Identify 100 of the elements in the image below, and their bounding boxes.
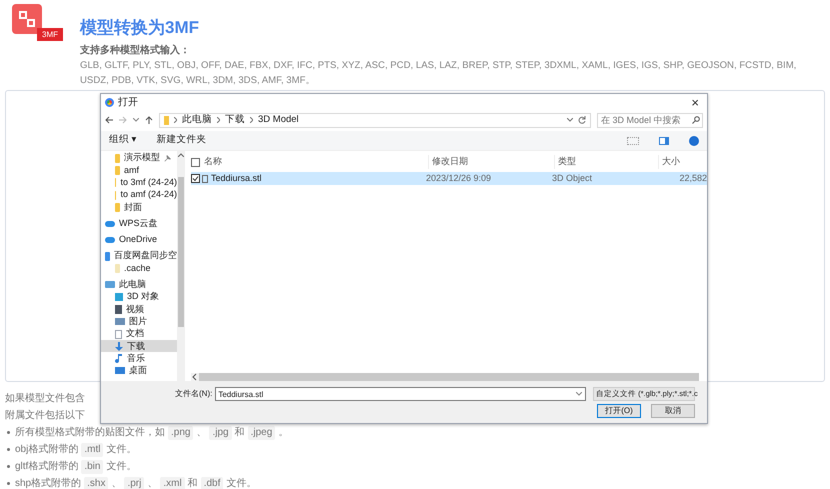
dialog-title: 打开	[118, 96, 139, 110]
back-arrow-icon[interactable]	[105, 116, 113, 124]
up-arrow-icon[interactable]	[145, 116, 153, 124]
select-all-checkbox[interactable]	[191, 158, 200, 166]
sidebar-item[interactable]: to amf (24-24)	[101, 188, 177, 202]
sidebar-item[interactable]: 下载	[101, 340, 177, 352]
file-extension: .prj	[124, 476, 144, 489]
sidebar-item[interactable]: to 3mf (24-24)	[101, 176, 177, 189]
file-name: Teddiursa.stl	[211, 172, 263, 185]
sidebar-item[interactable]: 视频	[101, 303, 177, 316]
folder-icon	[115, 264, 120, 274]
caret-icon[interactable]	[567, 118, 573, 122]
sidebar-scrollbar[interactable]	[177, 151, 185, 381]
preview-pane-icon[interactable]	[659, 136, 669, 144]
file-type: 3D Object	[551, 172, 594, 185]
sidebar-label: 视频	[126, 302, 144, 316]
note-text: gltf格式附带的	[15, 460, 78, 474]
sidebar-item[interactable]: 图片	[101, 316, 177, 328]
close-button[interactable]: ×	[687, 96, 703, 110]
sidebar-item[interactable]: 音乐	[101, 352, 177, 365]
refresh-icon[interactable]	[578, 116, 586, 124]
open-button[interactable]: 打开(O)	[597, 404, 641, 418]
music-note-icon	[115, 354, 123, 364]
browser-logo-icon	[105, 98, 114, 107]
file-size: 22,582	[678, 172, 707, 185]
file-date: 2023/12/26 9:09	[425, 172, 492, 185]
conversion-logo-icon	[12, 4, 42, 34]
desktop-icon	[115, 367, 125, 374]
sidebar-label: 3D 对象	[127, 290, 160, 304]
sidebar-label: 下载	[127, 340, 145, 353]
pin-icon[interactable]	[164, 154, 171, 162]
note-text: 、	[111, 477, 122, 489]
drive-icon	[105, 252, 110, 261]
sidebar-item[interactable]: OneDrive	[101, 234, 177, 246]
bullet-icon	[7, 448, 10, 451]
caret-icon[interactable]	[576, 392, 582, 396]
sidebar-item[interactable]: 3D 对象	[101, 290, 177, 304]
sidebar-item[interactable]: .cache	[101, 262, 177, 275]
sidebar-label: 封面	[124, 200, 142, 214]
sidebar-item[interactable]: 百度网盘同步空	[101, 250, 177, 262]
sidebar-label: to amf (24-24)	[120, 188, 177, 202]
file-extension: .png	[168, 426, 194, 440]
scroll-left-icon[interactable]	[191, 373, 199, 381]
sidebar-label: 音乐	[127, 352, 145, 365]
file-extension: .dbf	[200, 476, 224, 489]
file-icon	[202, 174, 208, 182]
file-extension: .jpeg	[248, 426, 276, 440]
computer-icon	[105, 281, 115, 288]
file-extension: .mtl	[81, 442, 104, 456]
sidebar-label: OneDrive	[119, 233, 158, 246]
breadcrumb-item: 下载	[225, 112, 245, 127]
sidebar-label: WPS云盘	[119, 216, 158, 230]
download-arrow-icon	[115, 342, 123, 351]
note-text: 、	[196, 426, 206, 440]
column-header: 类型	[554, 155, 658, 169]
note-text: 附属文件包括以下	[5, 410, 85, 421]
note-text: 文件。	[106, 442, 136, 457]
caret-icon[interactable]	[133, 118, 139, 122]
note-text: 。	[278, 426, 288, 440]
address-bar[interactable]: 此电脑 下载 3D Model	[159, 112, 591, 128]
view-options-icon[interactable]	[627, 136, 639, 144]
sidebar-item[interactable]: 封面	[101, 201, 177, 214]
note-text: 和	[234, 426, 245, 440]
note-text: 如果模型文件包含	[5, 393, 85, 404]
scroll-up-icon[interactable]	[178, 153, 184, 157]
note-text: 和	[188, 476, 198, 489]
scroll-thumb[interactable]	[178, 177, 184, 327]
breadcrumb-item: 此电脑	[182, 112, 212, 127]
sidebar-item[interactable]: amf	[101, 164, 177, 177]
column-header: 名称	[204, 155, 223, 168]
sidebar-label: 演示模型	[124, 151, 160, 164]
cancel-button[interactable]: 取消	[651, 404, 695, 418]
sidebar-item[interactable]: 文档	[101, 328, 177, 340]
sidebar-item[interactable]: 此电脑	[101, 278, 177, 291]
sidebar-label: to 3mf (24-24)	[120, 176, 177, 189]
file-extension: .bin	[81, 460, 104, 474]
page-title: 模型转换为3MF	[80, 18, 200, 38]
sidebar-item[interactable]: WPS云盘	[101, 217, 177, 230]
file-extension: .xml	[160, 476, 185, 489]
sidebar-item[interactable]: 演示模型	[101, 152, 177, 164]
organize-menu[interactable]: 组织 ▾	[109, 133, 137, 148]
film-icon	[115, 304, 122, 314]
picture-icon	[115, 318, 125, 326]
chevron-icon	[250, 117, 253, 123]
search-field[interactable]: 在 3D Model 中搜索	[597, 112, 703, 128]
file-checkbox[interactable]	[191, 174, 200, 183]
new-folder-button[interactable]: 新建文件夹	[156, 133, 207, 148]
sidebar-label: 图片	[129, 314, 147, 328]
sidebar-item[interactable]: 桌面	[101, 364, 177, 378]
horizontal-scrollbar[interactable]	[191, 373, 699, 381]
document-icon	[115, 330, 122, 338]
bullet-icon	[7, 465, 10, 468]
column-header: 修改日期	[428, 155, 554, 169]
help-icon[interactable]	[689, 136, 699, 146]
cube-icon	[115, 293, 123, 302]
formats-list: GLB, GLTF, PLY, STL, OBJ, OFF, DAE, FBX, DXF, IFC, PTS, XYZ, ASC, PCD, LAS, LAZ, BREP, STP, STEP, 3DXML, XAML, IGES, IGS, SHP, GEOJSON, FCSTD, BIM, USDZ, PDB, VTK, SVG, WRL, 3DM, 3DS, AMF, 3MF。	[80, 58, 802, 88]
filename-field[interactable]: Teddiursa.stl	[215, 387, 586, 401]
chevron-icon	[174, 117, 177, 123]
sidebar-label: .cache	[124, 262, 151, 275]
file-row[interactable]: Teddiursa.stl 2023/12/26 9:09 3D Object 22,582	[191, 172, 707, 185]
